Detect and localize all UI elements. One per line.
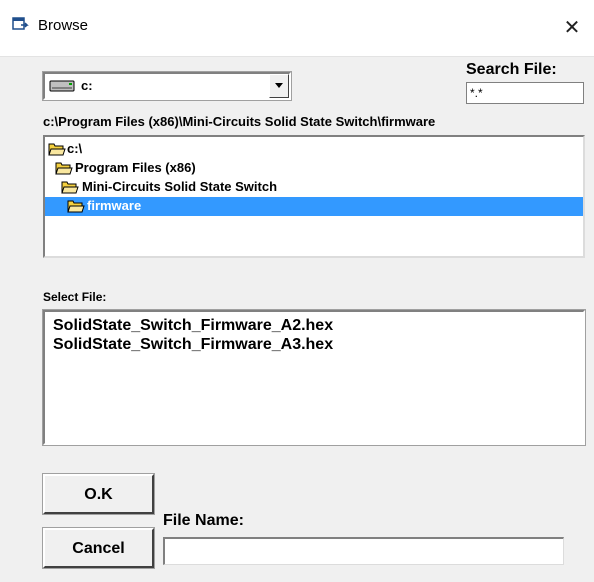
- search-file-label: Search File:: [466, 61, 557, 78]
- directory-list[interactable]: c:\ Program Files (x86) Mini-Circuits So…: [43, 135, 585, 258]
- directory-label: firmware: [87, 198, 142, 213]
- app-icon: [12, 17, 29, 30]
- file-name-input[interactable]: [163, 537, 564, 565]
- directory-label: c:\: [67, 141, 83, 156]
- folder-open-icon: [55, 162, 73, 175]
- window-title: Browse: [38, 17, 89, 34]
- directory-label: Program Files (x86): [75, 160, 196, 175]
- file-list[interactable]: SolidState_Switch_Firmware_A2.hex SolidS…: [42, 309, 586, 446]
- current-path: c:\Program Files (x86)\Mini-Circuits Sol…: [43, 114, 436, 129]
- directory-label: Mini-Circuits Solid State Switch: [82, 179, 278, 194]
- directory-item-mini-circuits[interactable]: Mini-Circuits Solid State Switch: [45, 178, 583, 197]
- file-name-label: File Name:: [163, 512, 244, 529]
- file-item[interactable]: SolidState_Switch_Firmware_A2.hex: [53, 317, 333, 335]
- drive-icon: [49, 80, 75, 92]
- search-file-input[interactable]: [466, 82, 584, 104]
- folder-open-icon: [48, 143, 66, 156]
- directory-item-firmware[interactable]: firmware: [45, 197, 583, 216]
- title-bar: Browse ✕: [0, 0, 594, 57]
- close-button[interactable]: ✕: [550, 0, 594, 56]
- file-item[interactable]: SolidState_Switch_Firmware_A3.hex: [53, 336, 333, 354]
- cancel-button[interactable]: Cancel: [42, 527, 155, 569]
- drive-value: c:: [81, 78, 93, 93]
- ok-button[interactable]: O.K: [42, 473, 155, 515]
- folder-open-icon: [67, 200, 85, 213]
- select-file-label: Select File:: [43, 290, 107, 304]
- directory-item-root[interactable]: c:\: [45, 140, 583, 159]
- close-icon: ✕: [563, 17, 581, 39]
- chevron-down-icon: [275, 83, 283, 88]
- folder-open-icon: [61, 181, 79, 194]
- directory-item-program-files[interactable]: Program Files (x86): [45, 159, 583, 178]
- drive-dropdown-button[interactable]: [269, 74, 289, 98]
- drive-select[interactable]: c:: [42, 71, 292, 101]
